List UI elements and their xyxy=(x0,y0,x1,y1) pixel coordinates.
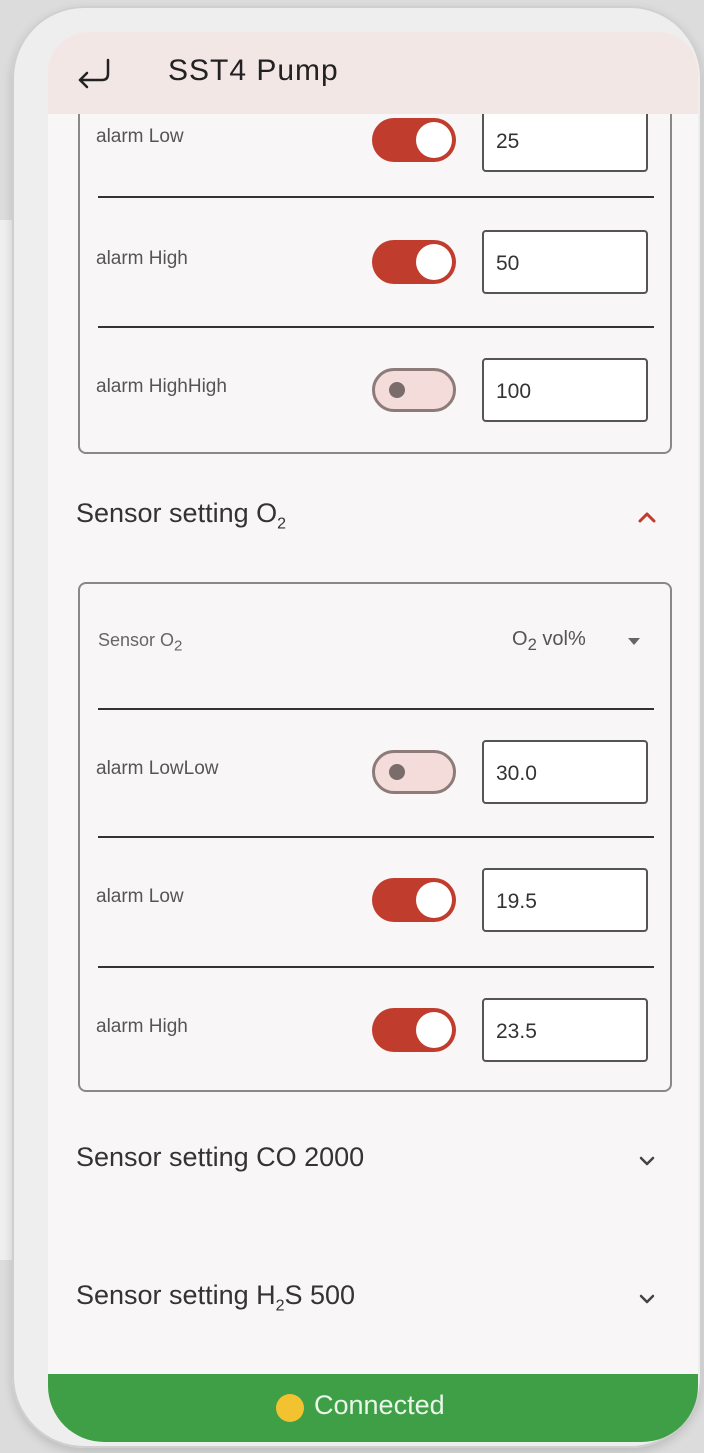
alarm-high-label: alarm High xyxy=(96,248,188,269)
phone-frame: alarm Low 25 alarm High 50 alarm HighHig… xyxy=(12,6,702,1448)
sensor-o2-select[interactable]: O2 vol% xyxy=(512,628,586,655)
connection-status-bar: Connected xyxy=(48,1374,698,1442)
row-divider xyxy=(98,196,654,198)
alarm-low-label: alarm Low xyxy=(96,886,184,907)
alarm-high-toggle[interactable] xyxy=(372,1008,456,1052)
toggle-knob xyxy=(416,1012,452,1048)
h2s-section-title: Sensor setting H2S 500 xyxy=(76,1280,356,1315)
chevron-up-icon[interactable] xyxy=(636,506,658,528)
app-bar: SST4 Pump xyxy=(48,32,698,114)
alarm-high-label: alarm High xyxy=(96,1016,188,1037)
alarm-low-toggle[interactable] xyxy=(372,118,456,162)
alarm-high-input[interactable]: 50 xyxy=(482,230,648,294)
o2-section-title: Sensor setting O2 xyxy=(76,498,287,533)
alarm-highhigh-label: alarm HighHigh xyxy=(96,376,227,397)
alarm-low-input[interactable]: 19.5 xyxy=(482,868,648,932)
page-title: SST4 Pump xyxy=(168,54,339,87)
alarm-row: alarm High 50 xyxy=(80,222,670,302)
row-divider xyxy=(98,708,654,710)
alarm-row: alarm HighHigh 100 xyxy=(80,350,670,430)
row-divider xyxy=(98,966,654,968)
co-section-header[interactable]: Sensor setting CO 2000 xyxy=(48,1126,698,1196)
alarm-lowlow-input[interactable]: 30.0 xyxy=(482,740,648,804)
dropdown-arrow-icon[interactable] xyxy=(628,638,640,645)
h2s-section-header[interactable]: Sensor setting H2S 500 xyxy=(48,1264,698,1334)
alarm-high-input[interactable]: 23.5 xyxy=(482,998,648,1062)
app-screen: alarm Low 25 alarm High 50 alarm HighHig… xyxy=(48,32,698,1442)
alarm-highhigh-toggle[interactable] xyxy=(372,368,456,412)
connection-status-text: Connected xyxy=(314,1390,445,1420)
chevron-down-icon[interactable] xyxy=(636,1288,658,1310)
back-arrow-icon[interactable] xyxy=(74,56,114,90)
smiley-icon xyxy=(276,1394,304,1422)
co-section-title: Sensor setting CO 2000 xyxy=(76,1142,365,1172)
toggle-knob xyxy=(389,764,405,780)
alarm-row: alarm High 23.5 xyxy=(80,990,670,1070)
alarm-low-label: alarm Low xyxy=(96,126,184,147)
row-divider xyxy=(98,836,654,838)
alarm-high-toggle[interactable] xyxy=(372,240,456,284)
alarm-highhigh-input[interactable]: 100 xyxy=(482,358,648,422)
alarm-low-toggle[interactable] xyxy=(372,878,456,922)
alarm-lowlow-toggle[interactable] xyxy=(372,750,456,794)
toggle-knob xyxy=(389,382,405,398)
o2-section-header[interactable]: Sensor setting O2 xyxy=(48,482,698,552)
row-divider xyxy=(98,326,654,328)
alarm-low-input[interactable]: 25 xyxy=(482,108,648,172)
alarm-row: alarm Low 19.5 xyxy=(80,860,670,940)
sensor-o2-label: Sensor O2 xyxy=(98,630,183,655)
settings-scroll-content[interactable]: alarm Low 25 alarm High 50 alarm HighHig… xyxy=(48,32,698,1374)
alarm-row: alarm LowLow 30.0 xyxy=(80,732,670,812)
toggle-knob xyxy=(416,882,452,918)
o2-settings-box: Sensor O2 O2 vol% alarm LowLow 30.0 alar… xyxy=(78,582,672,1092)
toggle-knob xyxy=(416,122,452,158)
alarm-lowlow-label: alarm LowLow xyxy=(96,758,219,779)
toggle-knob xyxy=(416,244,452,280)
chevron-down-icon[interactable] xyxy=(636,1150,658,1172)
sensor-select-row: Sensor O2 O2 vol% xyxy=(80,584,670,664)
